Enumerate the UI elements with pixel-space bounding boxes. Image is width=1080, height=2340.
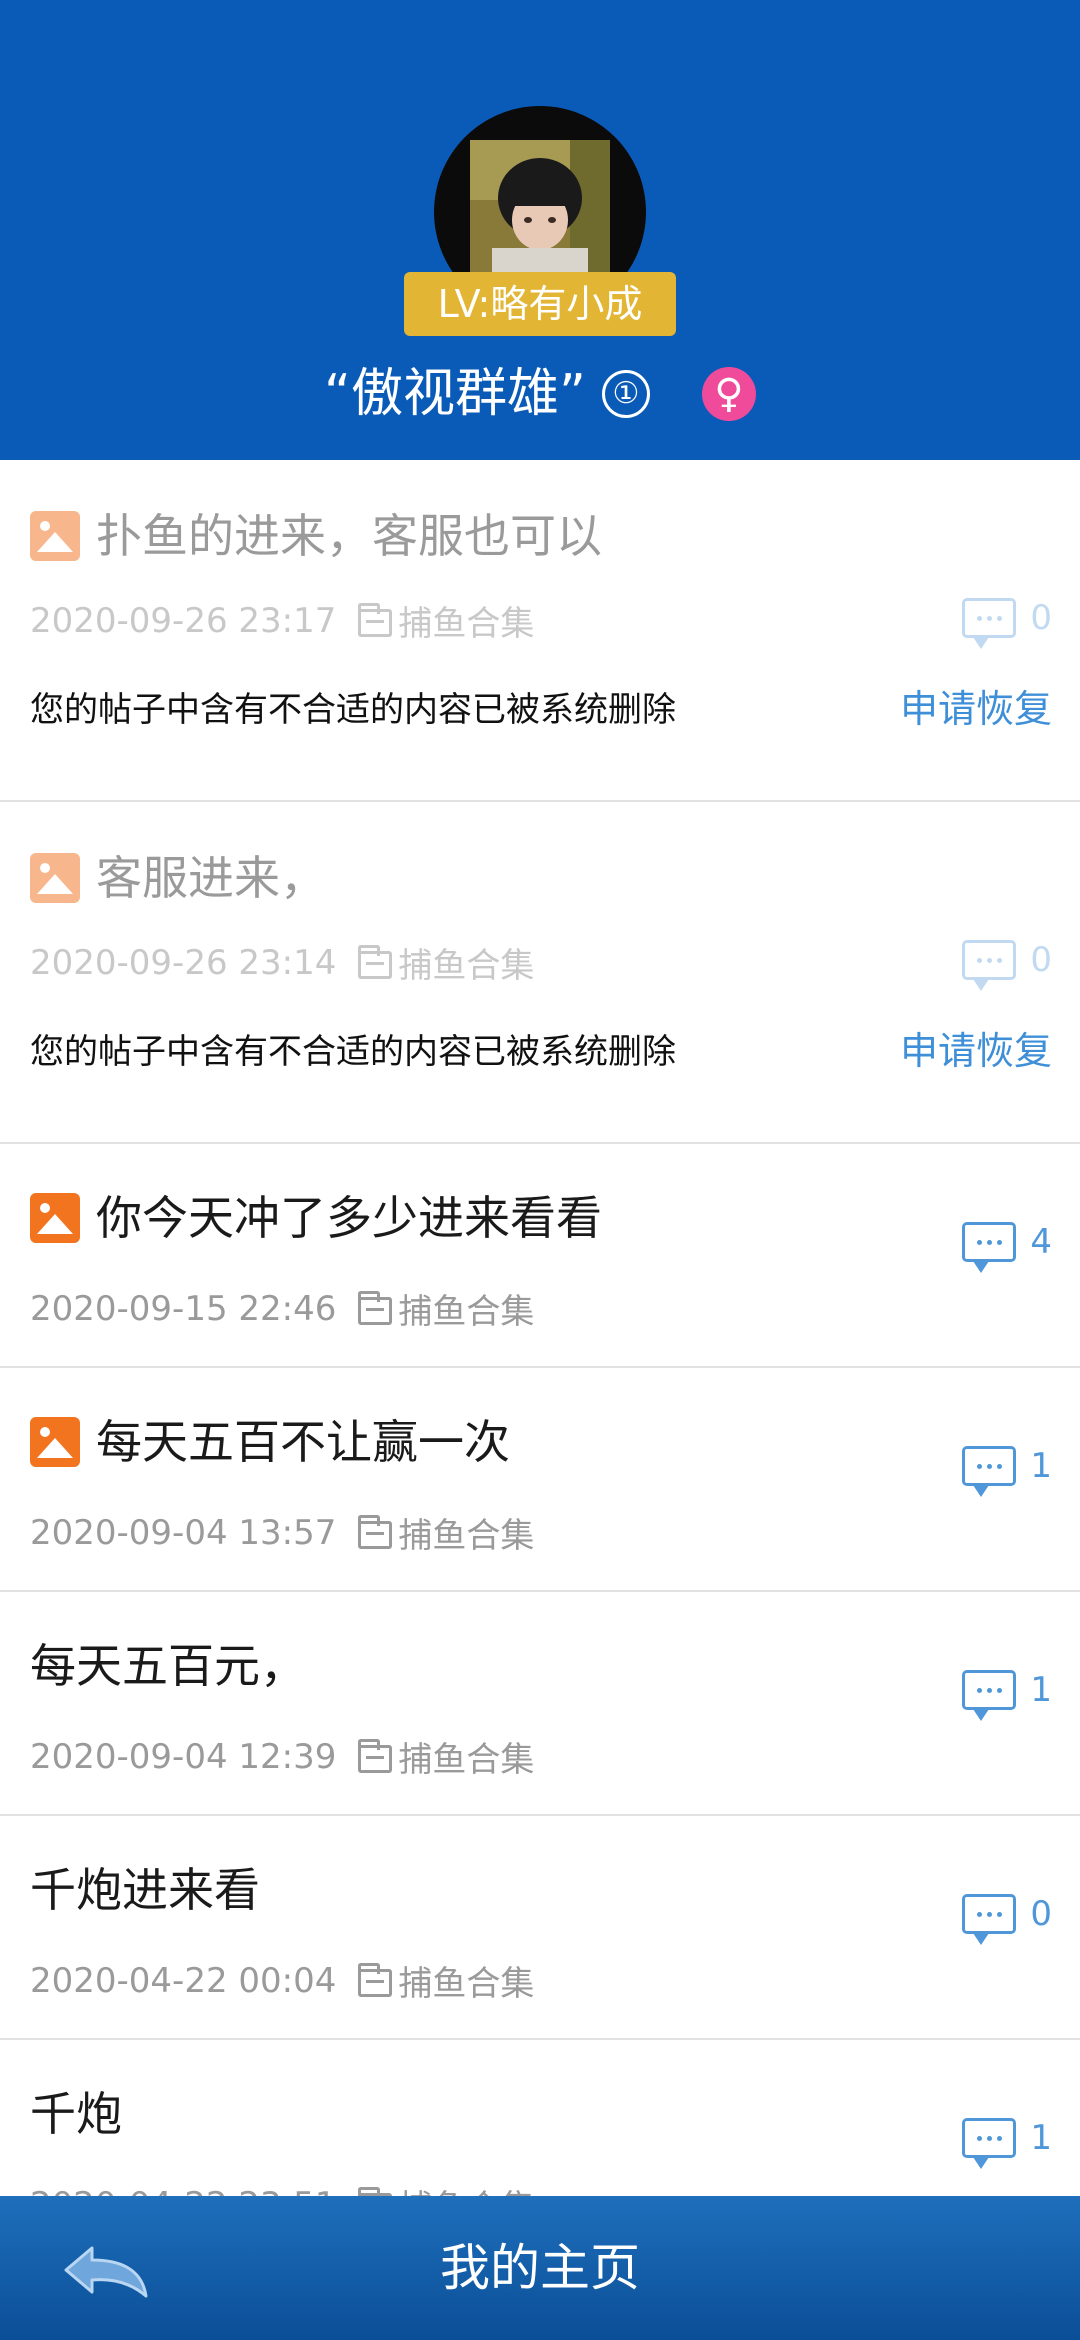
- post-date: 2020-09-04 13:57: [30, 1512, 337, 1553]
- post-title-row: 每天五百不让赢一次: [30, 1406, 510, 1478]
- post-list: 扑鱼的进来，客服也可以 2020-09-26 23:17 捕鱼合集 0 您的帖子中含有不…: [0, 460, 1080, 2264]
- post-category[interactable]: 捕鱼合集: [398, 1284, 534, 1333]
- folder-icon: [358, 1514, 393, 1549]
- post-item[interactable]: 每天五百元， 2020-09-04 12:39 捕鱼合集 1: [0, 1592, 1080, 1816]
- comment-icon: [962, 940, 1017, 991]
- comment-count[interactable]: 0: [962, 1894, 1052, 1945]
- comment-number: 0: [1030, 598, 1052, 638]
- profile-header: LV:略有小成 “傲视群雄” ① ♀: [0, 0, 1080, 460]
- deleted-notice: 您的帖子中含有不合适的内容已被系统删除: [30, 690, 676, 730]
- post-title: 你今天冲了多少进来看看: [96, 1191, 602, 1245]
- comment-icon: [962, 2118, 1017, 2169]
- bottom-bar: 我的主页: [0, 2196, 1080, 2340]
- post-title-row: 千炮: [30, 2078, 122, 2150]
- post-item[interactable]: 扑鱼的进来，客服也可以 2020-09-26 23:17 捕鱼合集 0 您的帖子中含有不…: [0, 460, 1080, 802]
- username-row: “傲视群雄” ① ♀: [0, 352, 1080, 436]
- image-icon: [30, 853, 80, 903]
- folder-icon: [358, 1738, 393, 1773]
- post-date: 2020-09-26 23:17: [30, 600, 337, 641]
- comment-count[interactable]: 0: [962, 940, 1052, 991]
- post-meta: 2020-04-22 00:04 捕鱼合集: [30, 1956, 534, 2005]
- post-meta: 2020-09-26 23:14 捕鱼合集: [30, 938, 534, 987]
- page-title: 我的主页: [440, 2239, 640, 2297]
- post-category[interactable]: 捕鱼合集: [398, 1732, 534, 1781]
- post-title-row: 每天五百元，: [30, 1630, 306, 1702]
- comment-number: 1: [1030, 2118, 1052, 2158]
- post-date: 2020-09-04 12:39: [30, 1736, 337, 1777]
- comment-number: 0: [1030, 1894, 1052, 1934]
- post-category[interactable]: 捕鱼合集: [398, 596, 534, 645]
- post-date: 2020-04-22 00:04: [30, 1960, 337, 2001]
- comment-icon: [962, 1222, 1017, 1273]
- female-icon: ♀: [701, 367, 756, 421]
- avatar-photo: [470, 140, 610, 280]
- comment-count[interactable]: 0: [962, 598, 1052, 649]
- post-date: 2020-09-26 23:14: [30, 942, 337, 983]
- post-category[interactable]: 捕鱼合集: [398, 938, 534, 987]
- comment-icon: [962, 1670, 1017, 1721]
- username: “傲视群雄”: [324, 364, 586, 424]
- restore-button[interactable]: 申请恢复: [900, 678, 1052, 733]
- comment-number: 4: [1030, 1222, 1052, 1262]
- post-title: 千炮: [30, 2087, 122, 2141]
- post-title: 每天五百不让赢一次: [96, 1415, 510, 1469]
- level-badge: LV:略有小成: [404, 272, 676, 336]
- post-title: 千炮进来看: [30, 1863, 260, 1917]
- post-date: 2020-09-15 22:46: [30, 1288, 337, 1329]
- folder-icon: [358, 1962, 393, 1997]
- post-title-row: 千炮进来看: [30, 1854, 260, 1926]
- post-item[interactable]: 你今天冲了多少进来看看 2020-09-15 22:46 捕鱼合集 4: [0, 1144, 1080, 1368]
- post-meta: 2020-09-26 23:17 捕鱼合集: [30, 596, 534, 645]
- folder-icon: [358, 602, 393, 637]
- post-item[interactable]: 客服进来， 2020-09-26 23:14 捕鱼合集 0 您的帖子中含有不合适的内容已…: [0, 802, 1080, 1144]
- comment-icon: [962, 598, 1017, 649]
- post-title-row: 客服进来，: [30, 842, 326, 914]
- comment-icon: [962, 1446, 1017, 1497]
- image-icon: [30, 1417, 80, 1467]
- comment-number: 0: [1030, 940, 1052, 980]
- comment-number: 1: [1030, 1446, 1052, 1486]
- post-title: 扑鱼的进来，客服也可以: [96, 509, 602, 563]
- folder-icon: [358, 1290, 393, 1325]
- post-meta: 2020-09-15 22:46 捕鱼合集: [30, 1284, 534, 1333]
- post-title-row: 扑鱼的进来，客服也可以: [30, 500, 602, 572]
- comment-count[interactable]: 1: [962, 1446, 1052, 1497]
- restore-button[interactable]: 申请恢复: [900, 1020, 1052, 1075]
- post-item[interactable]: 每天五百不让赢一次 2020-09-04 13:57 捕鱼合集 1: [0, 1368, 1080, 1592]
- post-category[interactable]: 捕鱼合集: [398, 1508, 534, 1557]
- post-title: 每天五百元，: [30, 1639, 306, 1693]
- post-meta: 2020-09-04 13:57 捕鱼合集: [30, 1508, 534, 1557]
- back-arrow-icon[interactable]: [62, 2240, 152, 2300]
- comment-icon: [962, 1894, 1017, 1945]
- folder-icon: [358, 944, 393, 979]
- post-meta: 2020-09-04 12:39 捕鱼合集: [30, 1732, 534, 1781]
- comment-count[interactable]: 1: [962, 1670, 1052, 1721]
- comment-count[interactable]: 4: [962, 1222, 1052, 1273]
- image-icon: [30, 511, 80, 561]
- image-icon: [30, 1193, 80, 1243]
- post-item[interactable]: 千炮进来看 2020-04-22 00:04 捕鱼合集 0: [0, 1816, 1080, 2040]
- post-title-row: 你今天冲了多少进来看看: [30, 1182, 602, 1254]
- rank-badge: ①: [601, 370, 650, 418]
- post-title: 客服进来，: [96, 851, 326, 905]
- deleted-notice: 您的帖子中含有不合适的内容已被系统删除: [30, 1032, 676, 1072]
- comment-count[interactable]: 1: [962, 2118, 1052, 2169]
- post-category[interactable]: 捕鱼合集: [398, 1956, 534, 2005]
- comment-number: 1: [1030, 1670, 1052, 1710]
